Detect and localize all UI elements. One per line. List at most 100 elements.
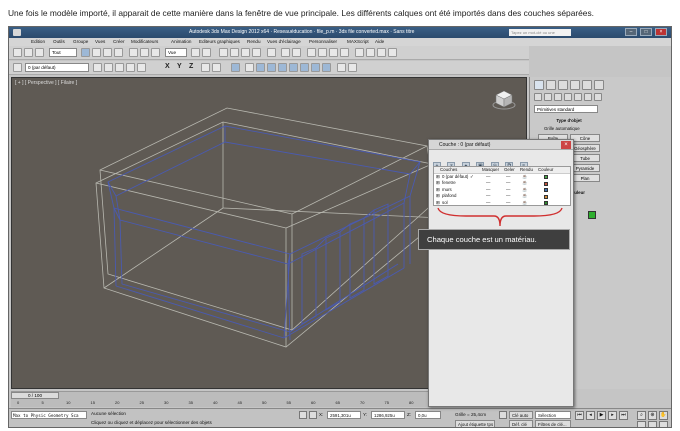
- snap-midpoint-icon[interactable]: [311, 63, 320, 72]
- axis-z-button[interactable]: Z: [189, 63, 193, 70]
- search-input[interactable]: Tapez un mot-clé ou une expression: [509, 29, 571, 42]
- y-coordinate-field[interactable]: 1286,925u: [371, 411, 405, 419]
- layer-hide-toggle[interactable]: —: [486, 174, 490, 181]
- go-to-end-icon[interactable]: ⏭: [619, 411, 628, 420]
- maxscript-listener[interactable]: Max to Physic Geometry Sca: [11, 411, 87, 419]
- menu-animation[interactable]: Animation: [171, 39, 191, 44]
- manipulate-icon[interactable]: [202, 48, 211, 57]
- utilities-tab-icon[interactable]: [594, 80, 604, 90]
- layer-hide-toggle[interactable]: —: [486, 187, 490, 194]
- object-color-swatch[interactable]: [588, 211, 596, 219]
- layer-expand-icon[interactable]: ⊞: [436, 180, 440, 187]
- lights-icon[interactable]: [554, 93, 562, 101]
- dialog-title[interactable]: Couche : 0 (par défaut): [429, 140, 573, 150]
- plane-button[interactable]: Plan: [570, 174, 600, 182]
- zoom-icon[interactable]: ⌕: [637, 411, 646, 420]
- systems-icon[interactable]: [594, 93, 602, 101]
- previous-frame-icon[interactable]: ◂: [586, 411, 595, 420]
- spinner-snap-icon[interactable]: [252, 48, 261, 57]
- key-filters-button[interactable]: Filtres de clé...: [535, 420, 571, 427]
- auto-key-button[interactable]: Clé auto: [509, 411, 533, 419]
- add-to-layer-icon[interactable]: [104, 63, 113, 72]
- field-of-view-icon[interactable]: [637, 421, 646, 427]
- dialog-close-button[interactable]: ×: [561, 141, 571, 149]
- spacewarps-icon[interactable]: [584, 93, 592, 101]
- layer-color-swatch[interactable]: [544, 188, 548, 193]
- layer-render-toggle[interactable]: ☕: [522, 180, 527, 187]
- reference-coordinate-dropdown[interactable]: Vue: [165, 48, 187, 57]
- column-masquer[interactable]: Masquer: [482, 167, 499, 174]
- layer-row[interactable]: ⊞ 0 (par défaut) ✓ — — ☕: [434, 174, 570, 181]
- geometry-icon[interactable]: [534, 93, 542, 101]
- schematic-view-icon[interactable]: [340, 48, 349, 57]
- snaps-icon[interactable]: [231, 63, 240, 72]
- snap-grid-point-icon[interactable]: [245, 63, 254, 72]
- layer-freeze-toggle[interactable]: —: [506, 180, 510, 187]
- axis-constraint-icon[interactable]: [212, 63, 221, 72]
- layer-render-toggle[interactable]: ☕: [522, 193, 527, 200]
- object-type-rollout[interactable]: Type d'objet: [538, 117, 600, 124]
- modify-tab-icon[interactable]: [546, 80, 556, 90]
- graphite-toolbar-icon[interactable]: [318, 48, 327, 57]
- axis-y-button[interactable]: Y: [177, 63, 182, 70]
- select-by-name-icon[interactable]: [92, 48, 101, 57]
- play-icon[interactable]: ▶: [597, 411, 606, 420]
- key-mode-icon[interactable]: [499, 411, 507, 419]
- layer-manager-icon[interactable]: [307, 48, 316, 57]
- snap-endpoint-icon[interactable]: [278, 63, 287, 72]
- zoom-all-icon[interactable]: ⊕: [648, 411, 657, 420]
- orbit-icon[interactable]: [648, 421, 657, 427]
- minimize-button[interactable]: –: [625, 28, 637, 36]
- maximize-button[interactable]: □: [640, 28, 652, 36]
- viewcube-icon[interactable]: [492, 88, 516, 112]
- percent-snap-icon[interactable]: [241, 48, 250, 57]
- pivot-center-icon[interactable]: [191, 48, 200, 57]
- menu-rendu[interactable]: Rendu: [247, 39, 261, 44]
- layer-manager-small-icon[interactable]: [137, 63, 146, 72]
- move-icon[interactable]: [129, 48, 138, 57]
- column-couleur[interactable]: Couleur: [538, 167, 553, 174]
- cone-button[interactable]: Cône: [570, 134, 600, 142]
- add-time-tag-button[interactable]: Ajout étiquette tps: [455, 420, 495, 427]
- scale-icon[interactable]: [151, 48, 160, 57]
- menu-aide[interactable]: Aide: [375, 39, 384, 44]
- layer-current-mark[interactable]: ✓: [470, 174, 474, 181]
- motion-tab-icon[interactable]: [570, 80, 580, 90]
- menu-groupe[interactable]: Groupe: [73, 39, 88, 44]
- shapes-icon[interactable]: [544, 93, 552, 101]
- geosphere-button[interactable]: Géosphère: [570, 144, 600, 152]
- axis-xy-icon[interactable]: [201, 63, 210, 72]
- window-crossing-icon[interactable]: [114, 48, 123, 57]
- set-key-button[interactable]: Déf. clé: [509, 420, 533, 427]
- app-logo-icon[interactable]: [13, 29, 21, 36]
- layer-color-swatch[interactable]: [544, 181, 548, 186]
- close-button[interactable]: ×: [655, 28, 667, 36]
- render-setup-icon[interactable]: [366, 48, 375, 57]
- menu-modificateurs[interactable]: Modificateurs: [131, 39, 158, 44]
- create-layer-icon[interactable]: [93, 63, 102, 72]
- layer-row[interactable]: ⊞ plafond — — ☕: [434, 193, 570, 200]
- menu-maxscript[interactable]: MAXScript: [347, 39, 369, 44]
- column-geler[interactable]: Geler: [504, 167, 515, 174]
- selection-set-dropdown[interactable]: Sélection: [535, 411, 571, 419]
- x-coordinate-field[interactable]: 2591,301u: [327, 411, 361, 419]
- column-rendu[interactable]: Rendu: [520, 167, 533, 174]
- layer-row[interactable]: ⊞ fenetre — — ☕: [434, 180, 570, 187]
- angle-snap-icon[interactable]: [230, 48, 239, 57]
- rectangular-selection-icon[interactable]: [103, 48, 112, 57]
- snap-settings-icon[interactable]: [348, 63, 357, 72]
- layer-icon[interactable]: [13, 63, 22, 72]
- column-couches[interactable]: Couches: [440, 167, 457, 174]
- menu-edition[interactable]: Edition: [31, 39, 45, 44]
- lock-selection-icon[interactable]: [299, 411, 307, 419]
- menu-editeurs-graphiques[interactable]: Editeurs graphiques: [199, 39, 240, 44]
- snap-options-icon[interactable]: [337, 63, 346, 72]
- absolute-mode-icon[interactable]: [309, 411, 317, 419]
- set-current-layer-icon[interactable]: [126, 63, 135, 72]
- menu-vues[interactable]: Vues: [95, 39, 105, 44]
- edit-named-selection-icon[interactable]: [267, 48, 276, 57]
- menu-vues-eclairage[interactable]: Vues d'éclairage: [267, 39, 301, 44]
- snap-face-icon[interactable]: [300, 63, 309, 72]
- z-coordinate-field[interactable]: 0,0u: [415, 411, 441, 419]
- unlink-icon[interactable]: [24, 48, 33, 57]
